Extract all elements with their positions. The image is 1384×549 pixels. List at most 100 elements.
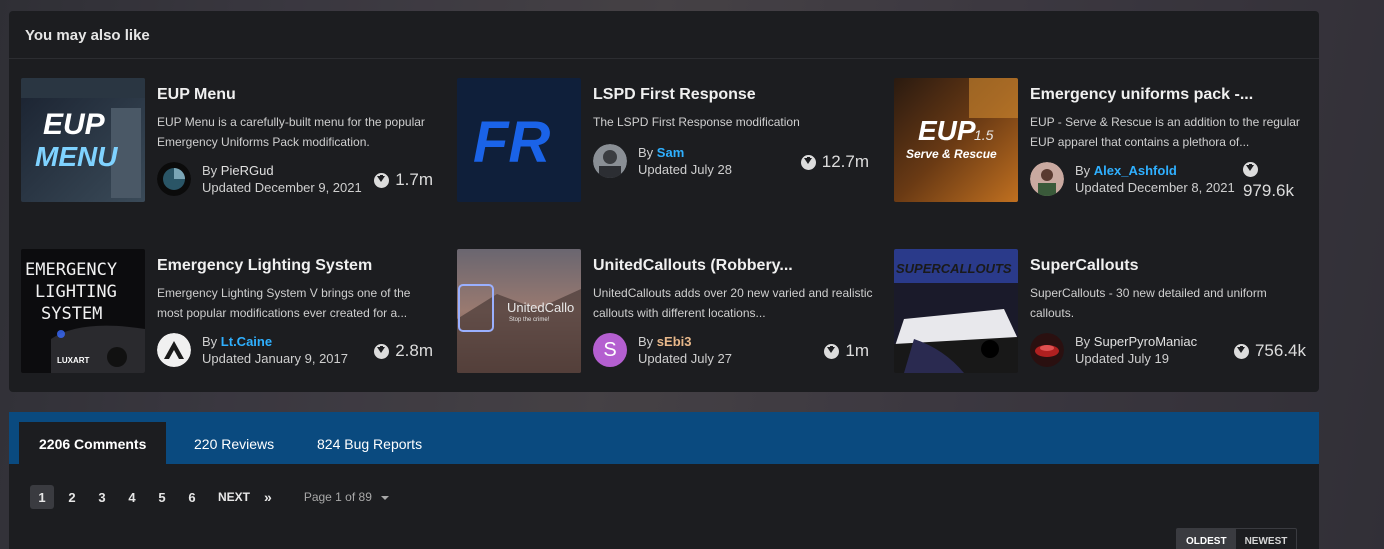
next-page-link[interactable]: NEXT — [218, 490, 250, 504]
thumb-text: LUXART — [57, 356, 90, 365]
thumb-text: MENU — [35, 141, 118, 172]
pagination: 1 2 3 4 5 6 NEXT » Page 1 of 89 — [30, 485, 390, 509]
card-thumbnail[interactable]: EMERGENCY LIGHTING SYSTEM LUXART — [21, 249, 145, 373]
page-link-6[interactable]: 6 — [180, 485, 204, 509]
card-meta: By SuperPyroManiac Updated July 19 — [1075, 333, 1245, 367]
related-card-unitedcallouts[interactable]: UnitedCallo Stop the crime! UnitedCallou… — [457, 249, 877, 373]
download-value: 12.7m — [821, 152, 869, 171]
thumb-text: Stop the crime! — [509, 317, 550, 323]
thumb-text: UnitedCallo — [507, 300, 574, 315]
download-count: 1m — [824, 341, 869, 361]
author-avatar[interactable] — [157, 162, 191, 196]
card-thumbnail[interactable]: FR — [457, 78, 581, 202]
download-icon — [824, 343, 840, 359]
card-description: SuperCallouts - 30 new detailed and unif… — [1030, 286, 1267, 320]
download-icon — [374, 343, 390, 359]
related-card-eup-menu[interactable]: EUP MENU EUP Menu EUP Menu is a carefull… — [21, 78, 441, 202]
thumb-text: EMERGENCY — [25, 260, 117, 280]
download-value: 1m — [845, 341, 869, 360]
related-card-els[interactable]: EMERGENCY LIGHTING SYSTEM LUXART Emergen… — [21, 249, 441, 373]
updated-date: Updated December 9, 2021 — [202, 180, 362, 195]
updated-date: Updated July 27 — [638, 351, 732, 366]
author-avatar[interactable] — [1030, 333, 1064, 367]
updated-date: Updated July 28 — [638, 162, 732, 177]
author-avatar[interactable]: S — [593, 333, 627, 367]
card-meta: By Alex_Ashfold Updated December 8, 2021 — [1075, 162, 1245, 196]
related-files-panel: You may also like EUP MENU EUP Menu EUP … — [9, 11, 1319, 392]
author-avatar[interactable] — [157, 333, 191, 367]
card-meta: By sEbi3 Updated July 27 — [638, 333, 808, 367]
card-meta: By Sam Updated July 28 — [638, 144, 808, 178]
page-link-5[interactable]: 5 — [150, 485, 174, 509]
card-description: Emergency Lighting System V brings one o… — [157, 286, 411, 320]
card-title[interactable]: LSPD First Response — [593, 86, 756, 104]
related-card-supercallouts[interactable]: SUPERCALLOUTS SuperCallouts SuperCallout… — [894, 249, 1314, 373]
download-count: 12.7m — [800, 152, 869, 172]
download-count: 1.7m — [374, 170, 433, 190]
tab-comments[interactable]: 2206 Comments — [19, 422, 167, 464]
author-avatar[interactable] — [593, 144, 627, 178]
card-meta: By Lt.Caine Updated January 9, 2017 — [202, 333, 372, 367]
author-link[interactable]: SuperPyroManiac — [1094, 334, 1197, 349]
author-link[interactable]: Alex_Ashfold — [1094, 163, 1177, 178]
card-thumbnail[interactable]: UnitedCallo Stop the crime! — [457, 249, 581, 373]
card-thumbnail[interactable]: EUP 1.5 Serve & Rescue — [894, 78, 1018, 202]
updated-date: Updated December 8, 2021 — [1075, 180, 1235, 195]
by-label: By — [638, 334, 654, 349]
sort-toggle: OLDEST NEWEST — [1176, 528, 1298, 549]
thumb-text: 1.5 — [974, 127, 994, 143]
thumb-text: Serve & Rescue — [906, 147, 997, 161]
comments-section: 1 2 3 4 5 6 NEXT » Page 1 of 89 OLDEST N… — [9, 464, 1319, 549]
card-title[interactable]: Emergency Lighting System — [157, 257, 372, 275]
card-description: UnitedCallouts adds over 20 new varied a… — [593, 286, 873, 320]
author-link[interactable]: PieRGud — [221, 163, 274, 178]
caret-down-icon — [381, 495, 390, 500]
author-link[interactable]: Sam — [657, 145, 684, 160]
download-count: 756.4k — [1233, 341, 1306, 361]
comments-tab-bar: 2206 Comments 220 Reviews 824 Bug Report… — [9, 412, 1319, 464]
download-count: 2.8m — [374, 341, 433, 361]
card-description: EUP Menu is a carefully-built menu for t… — [157, 115, 425, 149]
card-title[interactable]: UnitedCallouts (Robbery... — [593, 257, 793, 275]
card-meta: By PieRGud Updated December 9, 2021 — [202, 162, 372, 196]
card-thumbnail[interactable]: SUPERCALLOUTS — [894, 249, 1018, 373]
updated-date: Updated July 19 — [1075, 351, 1169, 366]
card-title[interactable]: SuperCallouts — [1030, 257, 1138, 275]
thumb-text: EUP — [43, 108, 106, 141]
tab-bug-reports[interactable]: 824 Bug Reports — [297, 422, 442, 464]
sort-oldest-button[interactable]: OLDEST — [1177, 529, 1236, 549]
page-link-2[interactable]: 2 — [60, 485, 84, 509]
avatar-letter: S — [603, 338, 617, 361]
thumb-text: FR — [473, 110, 550, 175]
download-value: 756.4k — [1254, 341, 1306, 360]
thumb-text: LIGHTING — [35, 282, 117, 302]
card-description: EUP - Serve & Rescue is an addition to t… — [1030, 115, 1300, 149]
page-link-4[interactable]: 4 — [120, 485, 144, 509]
thumb-text: SUPERCALLOUTS — [896, 261, 1012, 276]
author-link[interactable]: sEbi3 — [657, 334, 692, 349]
download-value: 1.7m — [395, 170, 433, 189]
card-title[interactable]: Emergency uniforms pack -... — [1030, 86, 1253, 104]
page-link-1[interactable]: 1 — [30, 485, 54, 509]
by-label: By — [202, 334, 218, 349]
page-link-3[interactable]: 3 — [90, 485, 114, 509]
author-link[interactable]: Lt.Caine — [221, 334, 272, 349]
last-page-icon[interactable]: » — [264, 489, 272, 505]
author-avatar[interactable] — [1030, 162, 1064, 196]
card-thumbnail[interactable]: EUP MENU — [21, 78, 145, 202]
tab-reviews[interactable]: 220 Reviews — [174, 422, 294, 464]
page-jump-dropdown[interactable]: Page 1 of 89 — [303, 490, 390, 504]
download-icon — [800, 154, 816, 170]
download-value: 2.8m — [395, 341, 433, 360]
related-heading: You may also like — [9, 11, 1319, 59]
download-icon — [1233, 343, 1249, 359]
related-card-lspdfr[interactable]: FR LSPD First Response The LSPD First Re… — [457, 78, 877, 202]
download-icon — [374, 172, 390, 188]
sort-newest-button[interactable]: NEWEST — [1236, 529, 1297, 549]
download-count: 979.6k — [1242, 162, 1294, 201]
card-title[interactable]: EUP Menu — [157, 86, 236, 104]
related-card-eup-serve-rescue[interactable]: EUP 1.5 Serve & Rescue Emergency uniform… — [894, 78, 1314, 202]
updated-date: Updated January 9, 2017 — [202, 351, 348, 366]
thumb-text: SYSTEM — [41, 304, 102, 324]
page-of-label: Page 1 of 89 — [303, 490, 372, 504]
